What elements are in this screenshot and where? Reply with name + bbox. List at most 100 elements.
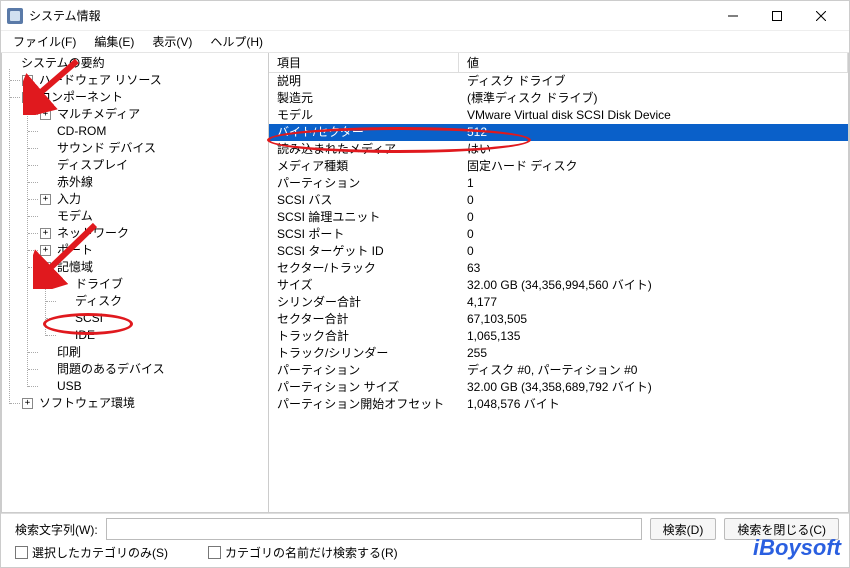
details-value: はい bbox=[459, 141, 848, 158]
details-value: 0 bbox=[459, 226, 848, 243]
titlebar[interactable]: システム情報 bbox=[1, 1, 849, 31]
tree-multimedia[interactable]: マルチメディア bbox=[55, 106, 142, 123]
tree-problem-devices[interactable]: 問題のあるデバイス bbox=[55, 361, 167, 378]
menu-view[interactable]: 表示(V) bbox=[144, 31, 200, 52]
tree-ide[interactable]: IDE bbox=[73, 327, 97, 344]
details-value: 512 bbox=[459, 124, 848, 141]
expand-icon[interactable]: + bbox=[40, 228, 51, 239]
details-row[interactable]: メディア種類固定ハード ディスク bbox=[269, 158, 848, 175]
checkbox-selected-category[interactable]: 選択したカテゴリのみ(S) bbox=[15, 544, 168, 561]
expand-icon[interactable]: + bbox=[22, 75, 33, 86]
window-controls bbox=[711, 2, 843, 30]
details-row[interactable]: セクター合計67,103,505 bbox=[269, 311, 848, 328]
menubar: ファイル(F) 編集(E) 表示(V) ヘルプ(H) bbox=[1, 31, 849, 53]
tree-input[interactable]: 入力 bbox=[55, 191, 83, 208]
details-item: メディア種類 bbox=[269, 158, 459, 175]
tree-network[interactable]: ネットワーク bbox=[55, 225, 131, 242]
tree-cdrom[interactable]: CD-ROM bbox=[55, 123, 108, 140]
details-item: サイズ bbox=[269, 277, 459, 294]
app-icon bbox=[7, 8, 23, 24]
details-row[interactable]: セクター/トラック63 bbox=[269, 260, 848, 277]
details-row[interactable]: SCSI バス0 bbox=[269, 192, 848, 209]
details-value: 4,177 bbox=[459, 294, 848, 311]
maximize-button[interactable] bbox=[755, 2, 799, 30]
details-row[interactable]: サイズ32.00 GB (34,356,994,560 バイト) bbox=[269, 277, 848, 294]
header-item[interactable]: 項目 bbox=[269, 53, 459, 72]
tree-storage[interactable]: 記憶域 bbox=[55, 259, 95, 276]
details-value: 0 bbox=[459, 243, 848, 260]
app-window: システム情報 ファイル(F) 編集(E) 表示(V) ヘルプ(H) システムの要… bbox=[0, 0, 850, 568]
details-item: 説明 bbox=[269, 73, 459, 90]
search-input[interactable] bbox=[106, 518, 642, 540]
details-item: セクター合計 bbox=[269, 311, 459, 328]
details-item: SCSI バス bbox=[269, 192, 459, 209]
expand-icon[interactable]: + bbox=[40, 194, 51, 205]
details-item: トラック/シリンダー bbox=[269, 345, 459, 362]
tree-components[interactable]: コンポーネント bbox=[37, 89, 125, 106]
tree-drives[interactable]: ドライブ bbox=[73, 276, 125, 293]
details-item: バイト/セクター bbox=[269, 124, 459, 141]
details-item: パーティション サイズ bbox=[269, 379, 459, 396]
checkbox-name-only[interactable]: カテゴリの名前だけ検索する(R) bbox=[208, 544, 398, 561]
details-value: 固定ハード ディスク bbox=[459, 158, 848, 175]
close-search-button[interactable]: 検索を閉じる(C) bbox=[724, 518, 839, 540]
details-item: トラック合計 bbox=[269, 328, 459, 345]
details-value: 0 bbox=[459, 192, 848, 209]
menu-help[interactable]: ヘルプ(H) bbox=[202, 31, 271, 52]
details-row[interactable]: パーティション開始オフセット1,048,576 バイト bbox=[269, 396, 848, 413]
details-row[interactable]: モデルVMware Virtual disk SCSI Disk Device bbox=[269, 107, 848, 124]
details-row[interactable]: トラック/シリンダー255 bbox=[269, 345, 848, 362]
tree-usb[interactable]: USB bbox=[55, 378, 84, 395]
details-item: シリンダー合計 bbox=[269, 294, 459, 311]
tree-printing[interactable]: 印刷 bbox=[55, 344, 83, 361]
tree-disks[interactable]: ディスク bbox=[73, 293, 124, 310]
details-row[interactable]: シリンダー合計4,177 bbox=[269, 294, 848, 311]
header-value[interactable]: 値 bbox=[459, 53, 848, 72]
details-pane: 項目 値 説明ディスク ドライブ製造元(標準ディスク ドライブ)モデルVMwar… bbox=[269, 53, 849, 513]
tree-display[interactable]: ディスプレイ bbox=[55, 157, 130, 174]
tree-ports[interactable]: ポート bbox=[55, 242, 95, 259]
close-button[interactable] bbox=[799, 2, 843, 30]
minimize-button[interactable] bbox=[711, 2, 755, 30]
details-item: 製造元 bbox=[269, 90, 459, 107]
search-button[interactable]: 検索(D) bbox=[650, 518, 717, 540]
details-item: SCSI ポート bbox=[269, 226, 459, 243]
details-header: 項目 値 bbox=[269, 53, 848, 73]
details-item: 読み込まれたメディア bbox=[269, 141, 459, 158]
details-row[interactable]: 説明ディスク ドライブ bbox=[269, 73, 848, 90]
details-list[interactable]: 説明ディスク ドライブ製造元(標準ディスク ドライブ)モデルVMware Vir… bbox=[269, 73, 848, 512]
category-tree-pane[interactable]: システムの要約 +ハードウェア リソース -コンポーネント +マルチメディア C… bbox=[1, 53, 269, 513]
details-value: 63 bbox=[459, 260, 848, 277]
details-item: セクター/トラック bbox=[269, 260, 459, 277]
details-row[interactable]: SCSI ターゲット ID0 bbox=[269, 243, 848, 260]
expand-icon[interactable]: + bbox=[22, 398, 33, 409]
details-row[interactable]: 製造元(標準ディスク ドライブ) bbox=[269, 90, 848, 107]
category-tree: システムの要約 +ハードウェア リソース -コンポーネント +マルチメディア C… bbox=[4, 55, 268, 412]
collapse-icon[interactable]: - bbox=[40, 262, 51, 273]
tree-modem[interactable]: モデム bbox=[55, 208, 95, 225]
window-title: システム情報 bbox=[29, 7, 711, 24]
tree-root[interactable]: システムの要約 bbox=[19, 55, 107, 72]
details-row[interactable]: 読み込まれたメディアはい bbox=[269, 141, 848, 158]
tree-software-env[interactable]: ソフトウェア環境 bbox=[37, 395, 137, 412]
tree-sound[interactable]: サウンド デバイス bbox=[55, 140, 158, 157]
expand-icon[interactable]: + bbox=[40, 109, 51, 120]
checkbox-icon bbox=[208, 546, 221, 559]
tree-hardware-resources[interactable]: ハードウェア リソース bbox=[37, 72, 164, 89]
details-item: SCSI 論理ユニット bbox=[269, 209, 459, 226]
details-value: 32.00 GB (34,356,994,560 バイト) bbox=[459, 277, 848, 294]
details-row[interactable]: パーティション サイズ32.00 GB (34,358,689,792 バイト) bbox=[269, 379, 848, 396]
collapse-icon[interactable]: - bbox=[22, 92, 33, 103]
details-row[interactable]: SCSI 論理ユニット0 bbox=[269, 209, 848, 226]
tree-scsi[interactable]: SCSI bbox=[73, 310, 105, 327]
menu-edit[interactable]: 編集(E) bbox=[86, 31, 142, 52]
details-row[interactable]: SCSI ポート0 bbox=[269, 226, 848, 243]
expand-icon[interactable]: + bbox=[40, 245, 51, 256]
details-row[interactable]: バイト/セクター512 bbox=[269, 124, 848, 141]
details-row[interactable]: パーティション1 bbox=[269, 175, 848, 192]
tree-infrared[interactable]: 赤外線 bbox=[55, 174, 95, 191]
details-row[interactable]: パーティションディスク #0, パーティション #0 bbox=[269, 362, 848, 379]
details-item: パーティション開始オフセット bbox=[269, 396, 459, 413]
menu-file[interactable]: ファイル(F) bbox=[5, 31, 84, 52]
details-row[interactable]: トラック合計1,065,135 bbox=[269, 328, 848, 345]
